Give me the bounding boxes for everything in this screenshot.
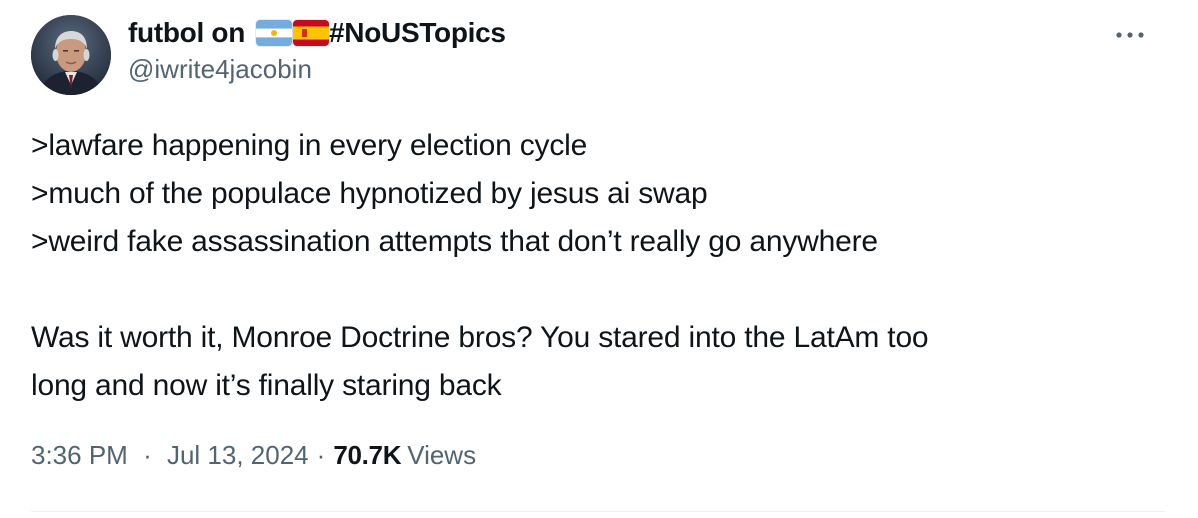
more-horizontal-icon <box>1116 32 1144 38</box>
spain-flag-icon <box>293 20 330 46</box>
tweet-text-line: >lawfare happening in every election cyc… <box>31 129 588 162</box>
tweet-time: 3:36 PM <box>31 440 128 470</box>
avatar[interactable] <box>31 15 111 95</box>
tweet-text-line: Was it worth it, Monroe Doctrine bros? Y… <box>31 321 929 354</box>
user-handle[interactable]: @iwrite4jacobin <box>128 54 312 85</box>
tweet-text-line: long and now it’s finally staring back <box>31 369 502 402</box>
views-count: 70.7K <box>333 440 402 470</box>
meta-separator: · <box>143 440 152 470</box>
views-label: Views <box>407 440 477 470</box>
tweet-time-link[interactable]: 3:36 PM · Jul 13, 2024 <box>31 440 309 471</box>
meta-separator: · <box>316 440 326 470</box>
divider <box>31 511 1165 512</box>
tweet-meta: 3:36 PM · Jul 13, 2024 · 70.7K Views <box>31 440 476 471</box>
display-name-suffix: #NoUSTopics <box>329 17 506 48</box>
tweet-text: >lawfare happening in every election cyc… <box>31 122 1161 410</box>
tweet-date: Jul 13, 2024 <box>166 440 309 470</box>
more-options-button[interactable] <box>1110 20 1150 50</box>
paragraph-break <box>31 266 1161 314</box>
views-link[interactable]: 70.7K Views <box>333 440 476 471</box>
tweet-text-line: >much of the populace hypnotized by jesu… <box>31 177 708 210</box>
display-name-prefix: futbol on <box>128 17 246 48</box>
tweet-card: futbol on #NoUSTopics @iwrite4jacobin >l… <box>0 0 1198 518</box>
argentina-flag-icon <box>256 20 293 46</box>
display-name[interactable]: futbol on #NoUSTopics <box>128 14 506 52</box>
avatar-image <box>31 15 111 95</box>
tweet-text-line: >weird fake assassination attempts that … <box>31 225 878 258</box>
